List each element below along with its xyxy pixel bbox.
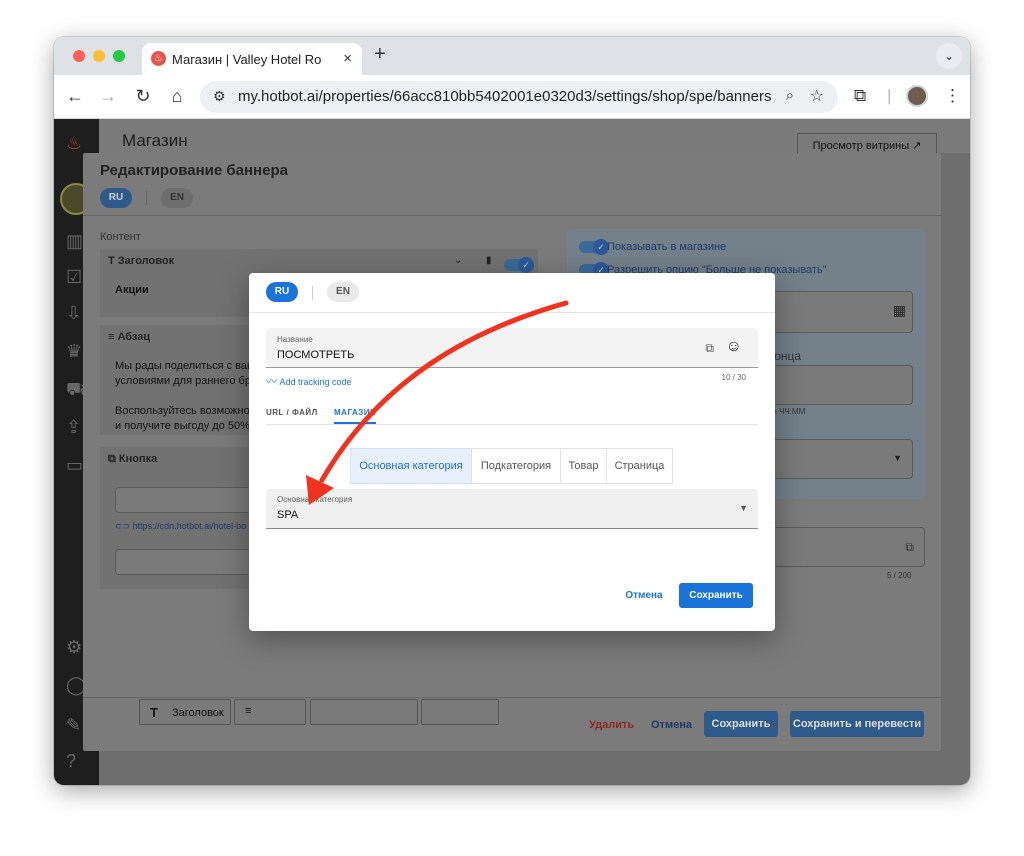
add-tracking-code-link[interactable]: 〰 Add tracking code bbox=[266, 373, 352, 389]
close-window-button[interactable] bbox=[73, 50, 85, 62]
dialog-lang-ru-tab[interactable]: RU bbox=[266, 282, 298, 302]
segment-product[interactable]: Товар bbox=[560, 448, 607, 484]
minimize-window-button[interactable] bbox=[93, 50, 105, 62]
browser-window: ♨ Магазин | Valley Hotel Rosa K × + ⌄ ← … bbox=[54, 37, 970, 785]
upload-icon[interactable]: ⇪ bbox=[66, 417, 81, 438]
edit-pencil-icon[interactable]: ✎ bbox=[66, 715, 81, 736]
browser-toolbar: ← → ↻ ⌂ ⚙ my.hotbot.ai/properties/66acc8… bbox=[54, 75, 970, 119]
heading-value[interactable]: Акции bbox=[115, 283, 149, 298]
name-field-label: Название bbox=[277, 335, 313, 344]
browser-tab[interactable]: ♨ Магазин | Valley Hotel Rosa K × bbox=[142, 43, 362, 75]
settings-gear-icon[interactable]: ⚙ bbox=[66, 637, 82, 658]
tabs-underline bbox=[266, 424, 758, 425]
translate-icon[interactable]: ⧉ bbox=[705, 341, 714, 356]
show-in-shop-label: Показывать в магазине bbox=[607, 241, 727, 253]
dialog-lang-en-tab[interactable]: EN bbox=[327, 282, 359, 302]
name-char-counter: 10 / 30 bbox=[721, 373, 746, 382]
segment-subcategory[interactable]: Подкатегория bbox=[471, 448, 561, 484]
analytics-icon[interactable]: ▥ bbox=[66, 231, 83, 252]
crown-icon[interactable]: ♛ bbox=[66, 341, 82, 362]
extensions-icon[interactable]: ⧉ bbox=[854, 86, 866, 106]
button-url-input[interactable] bbox=[115, 549, 255, 575]
dialog-language-bar: RU EN bbox=[249, 273, 775, 313]
tasks-icon[interactable]: ☑ bbox=[66, 267, 82, 288]
reload-icon[interactable]: ↻ bbox=[132, 86, 154, 107]
tab-close-icon[interactable]: × bbox=[343, 50, 352, 67]
button-link[interactable]: ⊂⊃ https://cdn.hotbot.ai/hotel-bo bbox=[115, 519, 246, 534]
dialog-lang-divider bbox=[312, 286, 313, 300]
lang-en-tab[interactable]: EN bbox=[161, 188, 193, 208]
active-tab-indicator bbox=[334, 422, 376, 424]
translate-icon[interactable]: ⧉ bbox=[905, 540, 914, 555]
paragraph-text[interactable]: Мы рады поделиться с ваш условиями для р… bbox=[115, 359, 256, 434]
add-image-button[interactable] bbox=[421, 699, 499, 725]
button-text-input[interactable] bbox=[115, 487, 255, 513]
tab-url-file[interactable]: URL / ФАЙЛ bbox=[266, 408, 318, 417]
tab-title: Магазин | Valley Hotel Rosa K bbox=[172, 52, 322, 67]
hotbot-favicon-icon: ♨ bbox=[151, 51, 166, 66]
page-content: ♨ ▥ ☑ ⇩ ♛ ⛟ ⇪ ▭ ⚙ ◯ ✎ ? Магазин Просмотр… bbox=[54, 119, 970, 785]
delete-button[interactable]: Удалить bbox=[589, 719, 634, 731]
dropdown-caret-icon: ▼ bbox=[893, 453, 902, 463]
page-header: Магазин Просмотр витрины ↗ bbox=[99, 119, 970, 159]
profile-avatar[interactable] bbox=[906, 85, 928, 107]
main-category-value: SPA bbox=[277, 509, 299, 521]
forward-arrow-icon[interactable]: → bbox=[97, 86, 119, 107]
add-heading-button[interactable]: T Заголовок bbox=[139, 699, 231, 725]
inbox-icon[interactable]: ⇩ bbox=[66, 303, 81, 324]
content-label: Контент bbox=[100, 231, 141, 243]
heading-block-label: T Заголовок bbox=[108, 255, 175, 267]
chat-icon[interactable]: ▭ bbox=[66, 455, 83, 476]
segment-page[interactable]: Страница bbox=[606, 448, 673, 484]
button-link-dialog: RU EN Название ПОСМОТРЕТЬ ⧉ ☺ 〰 Add trac… bbox=[249, 273, 775, 631]
help-icon[interactable]: ? bbox=[66, 751, 76, 772]
back-arrow-icon[interactable]: ← bbox=[64, 86, 86, 107]
url-text: my.hotbot.ai/properties/66acc810bb540200… bbox=[238, 88, 772, 105]
zoom-icon[interactable]: ⌕ bbox=[786, 87, 794, 104]
calendar-icon[interactable]: ▦ bbox=[893, 302, 906, 319]
maximize-window-button[interactable] bbox=[113, 50, 125, 62]
lang-ru-tab[interactable]: RU bbox=[100, 188, 132, 208]
lang-divider bbox=[146, 191, 147, 205]
heading-toggle[interactable]: ✓ bbox=[504, 257, 534, 273]
browser-menu-icon[interactable]: ⋮ bbox=[944, 86, 961, 106]
hotbot-logo-icon: ♨ bbox=[66, 133, 83, 153]
toolbar-divider: | bbox=[887, 86, 892, 105]
dropdown-caret-icon: ▼ bbox=[739, 503, 748, 513]
tab-strip: ♨ Магазин | Valley Hotel Rosa K × + ⌄ bbox=[54, 37, 970, 75]
footer-divider bbox=[83, 697, 941, 698]
site-settings-icon[interactable]: ⚙ bbox=[213, 88, 226, 105]
bookmark-star-icon[interactable]: ☆ bbox=[810, 86, 824, 106]
button-block-label: ⧉ Кнопка bbox=[108, 453, 158, 465]
address-bar[interactable]: ⚙ my.hotbot.ai/properties/66acc810bb5402… bbox=[200, 81, 838, 113]
chevron-down-icon[interactable]: ⌄ bbox=[454, 255, 462, 266]
dialog-cancel-button[interactable]: Отмена bbox=[619, 583, 669, 608]
char-counter: 5 / 200 bbox=[887, 571, 912, 580]
segment-main-category[interactable]: Основная категория bbox=[350, 448, 472, 484]
banner-editor-title: Редактирование баннера bbox=[100, 162, 288, 179]
cancel-button[interactable]: Отмена bbox=[651, 719, 692, 731]
main-category-label: Основная категория bbox=[277, 495, 353, 504]
emoji-icon[interactable]: ☺ bbox=[726, 338, 742, 356]
main-category-select[interactable]: Основная категория SPA ▼ bbox=[266, 489, 758, 529]
dialog-save-button[interactable]: Сохранить bbox=[679, 583, 753, 608]
add-paragraph-button[interactable]: ≡ bbox=[234, 699, 306, 725]
page-title: Магазин bbox=[122, 131, 188, 150]
save-button[interactable]: Сохранить bbox=[704, 711, 778, 737]
add-button-button[interactable] bbox=[310, 699, 418, 725]
header-divider bbox=[83, 215, 941, 216]
name-field-value[interactable]: ПОСМОТРЕТЬ bbox=[277, 349, 354, 361]
tab-shop[interactable]: МАГАЗИН bbox=[334, 408, 376, 417]
trend-icon: 〰 bbox=[266, 376, 277, 388]
home-icon[interactable]: ⌂ bbox=[166, 86, 188, 107]
paragraph-block-label: ≡ Абзац bbox=[108, 331, 151, 343]
save-and-translate-button[interactable]: Сохранить и перевести bbox=[790, 711, 924, 737]
tab-search-chevron-icon[interactable]: ⌄ bbox=[936, 43, 962, 69]
trash-icon[interactable]: ▮ bbox=[486, 255, 492, 266]
show-in-shop-toggle[interactable]: ✓ bbox=[579, 239, 609, 255]
name-field[interactable]: Название ПОСМОТРЕТЬ ⧉ ☺ bbox=[266, 328, 758, 368]
new-tab-button[interactable]: + bbox=[374, 43, 386, 66]
